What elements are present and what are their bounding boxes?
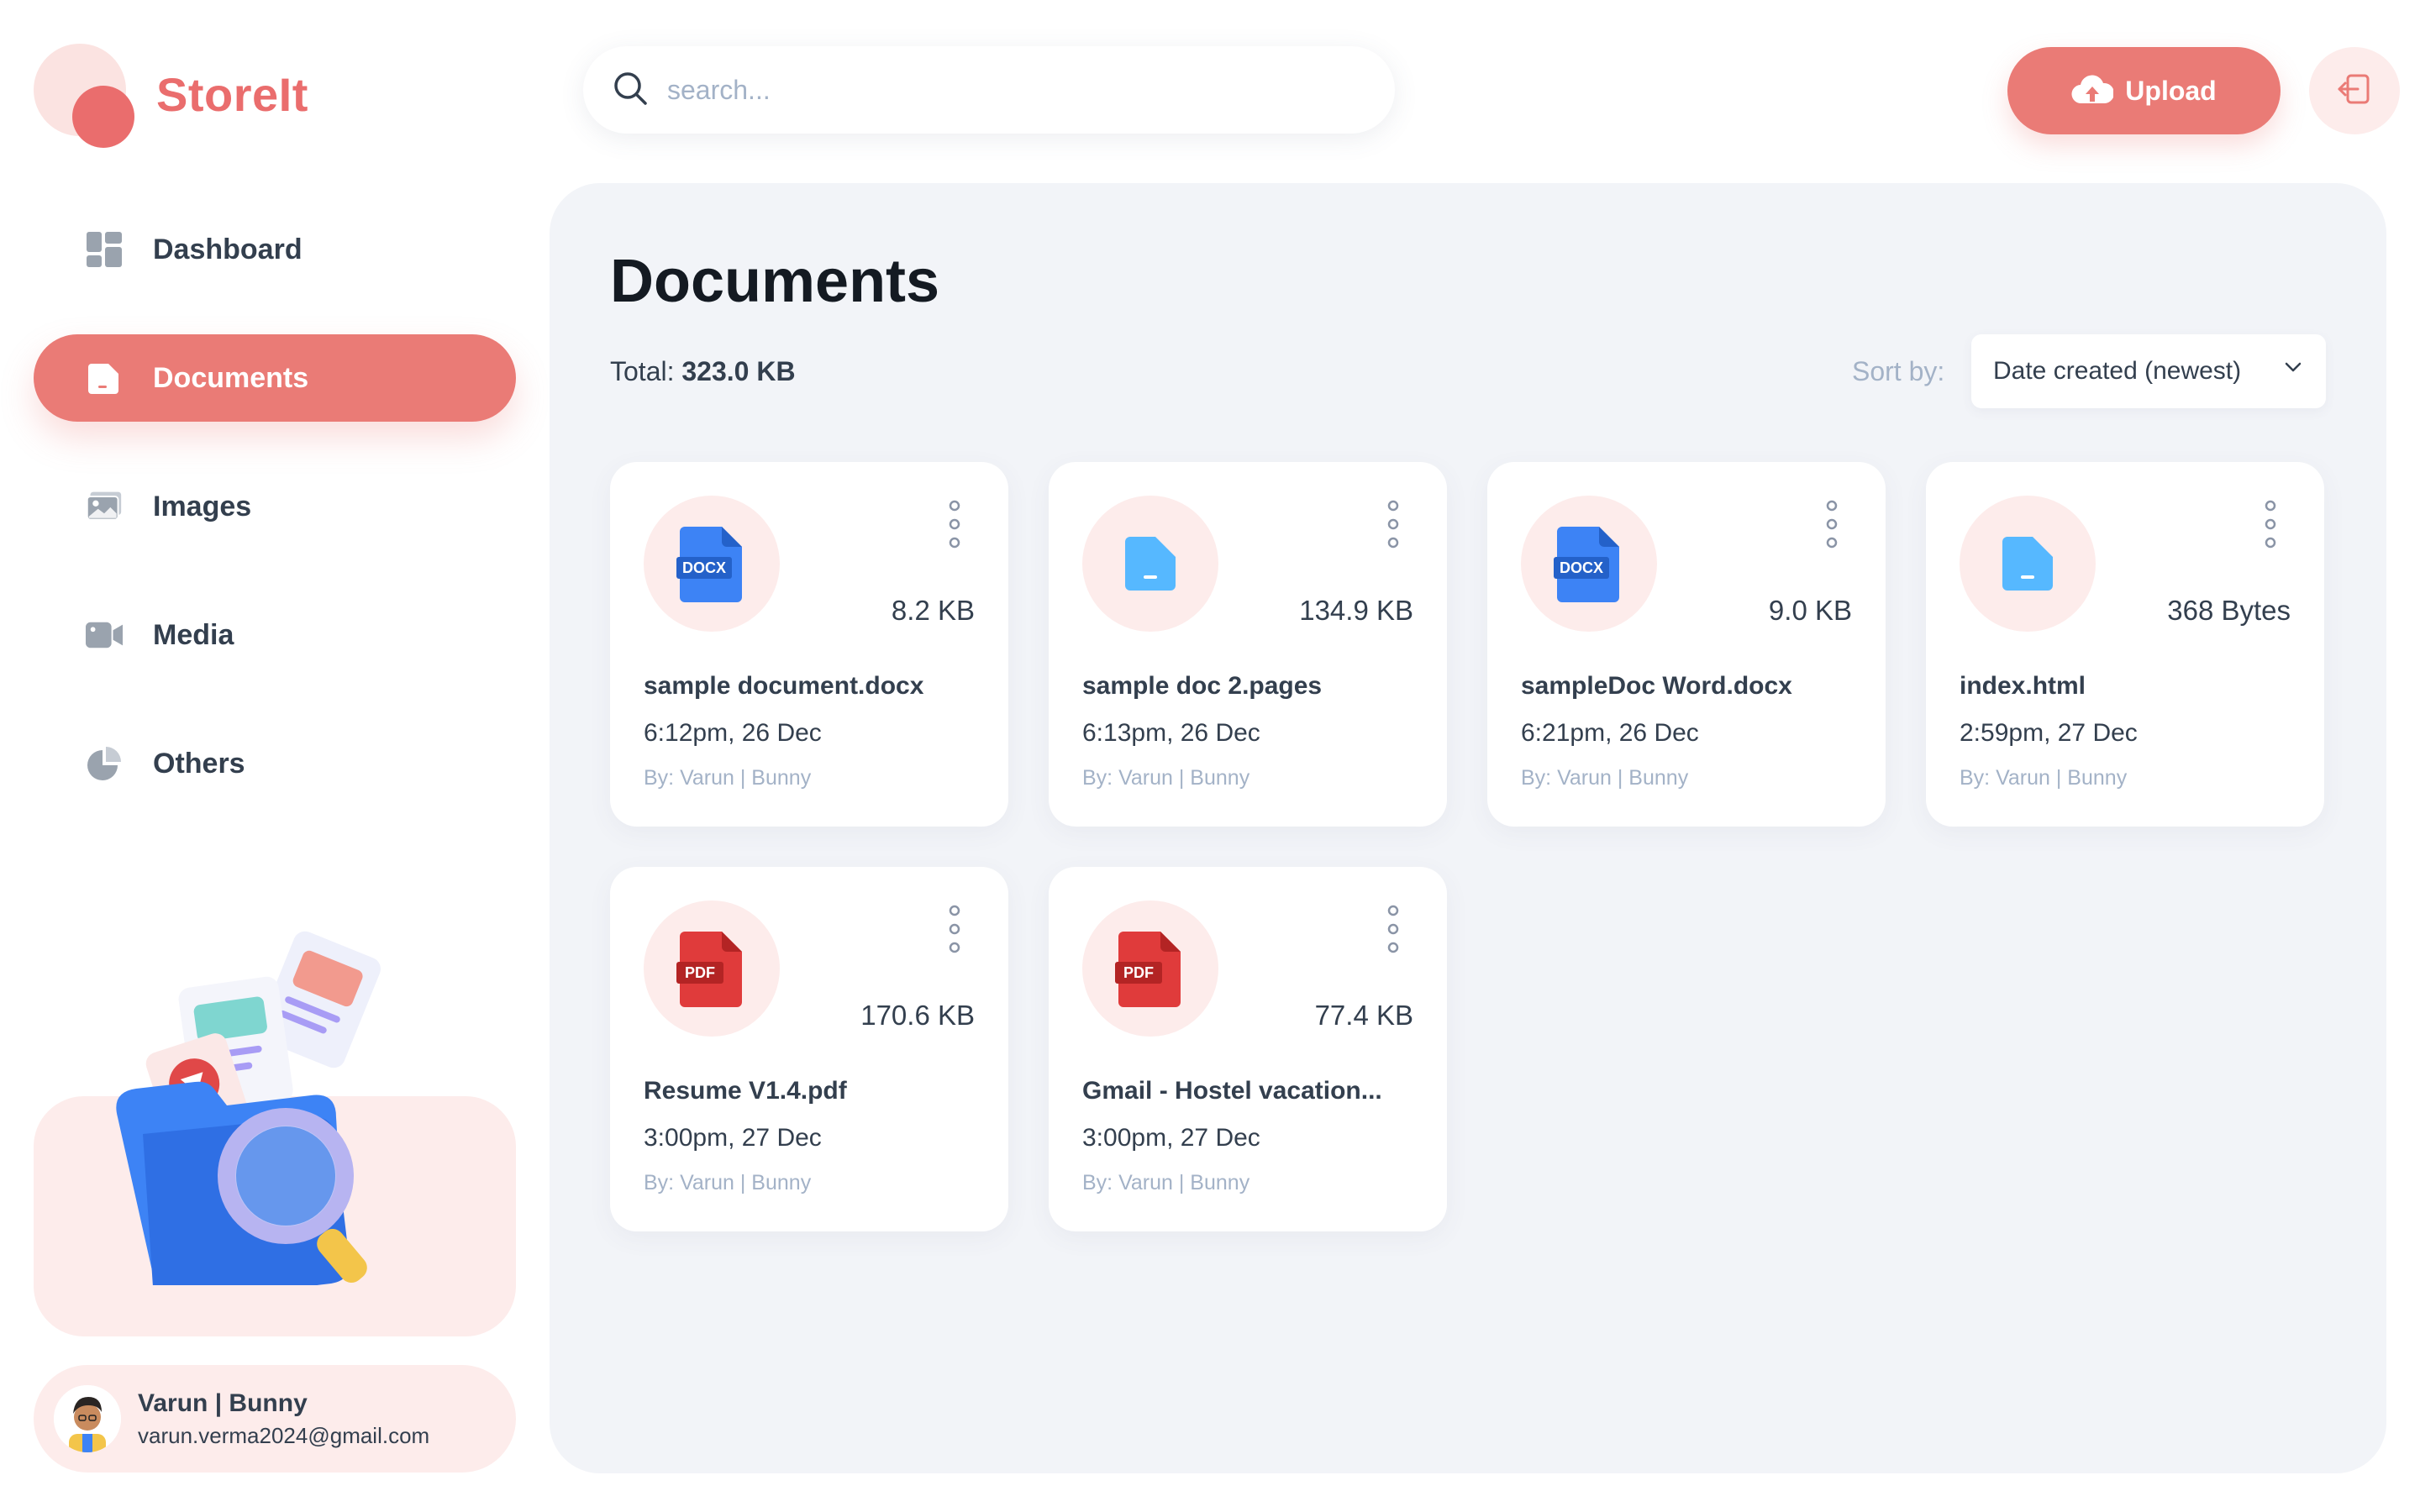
user-profile-card[interactable]: Varun | Bunny varun.verma2024@gmail.com [34, 1365, 516, 1473]
logout-icon [2336, 71, 2373, 112]
file-date: 2:59pm, 27 Dec [1960, 719, 2138, 747]
file-thumbnail: PDF [1082, 900, 1218, 1037]
file-thumbnail: DOCX [644, 496, 780, 632]
file-card[interactable]: 134.9 KB sample doc 2.pages 6:13pm, 26 D… [1049, 462, 1447, 827]
file-owner: By: Varun | Bunny [644, 766, 812, 790]
file-name: sampleDoc Word.docx [1521, 672, 1792, 700]
sidebar-item-dashboard[interactable]: Dashboard [34, 206, 516, 293]
pdf-file-icon: PDF [1115, 932, 1181, 1007]
files-illustration [116, 931, 381, 1285]
file-type-label: PDF [685, 964, 715, 981]
sidebar-item-label: Media [153, 618, 234, 651]
sidebar-item-label: Others [153, 747, 245, 780]
file-size: 368 Bytes [2167, 595, 2291, 626]
file-name: Gmail - Hostel vacation... [1082, 1077, 1382, 1105]
file-owner: By: Varun | Bunny [644, 1171, 812, 1194]
sidebar-item-images[interactable]: Images [34, 463, 516, 550]
file-type-label: DOCX [682, 559, 726, 576]
file-thumbnail: DOCX [1521, 496, 1657, 632]
cloud-upload-icon [2071, 75, 2114, 107]
file-date: 6:12pm, 26 Dec [644, 719, 822, 747]
docx-file-icon: DOCX [1554, 527, 1619, 602]
docx-file-icon: DOCX [676, 527, 742, 602]
documents-icon [86, 360, 123, 396]
file-thumbnail [1082, 496, 1218, 632]
sidebar-item-documents[interactable]: Documents [34, 334, 516, 422]
sidebar-item-others[interactable]: Others [34, 720, 516, 807]
images-icon [86, 488, 123, 525]
file-date: 3:00pm, 27 Dec [1082, 1124, 1260, 1152]
file-owner: By: Varun | Bunny [1082, 766, 1250, 790]
file-date: 6:13pm, 26 Dec [1082, 719, 1260, 747]
more-options-icon[interactable] [938, 499, 971, 549]
file-card[interactable]: DOCX 9.0 KB sampleDoc Word.docx 6:21pm, … [1487, 462, 1886, 827]
file-type-label: PDF [1123, 964, 1154, 981]
document-file-icon [1125, 537, 1176, 591]
sort-label: Sort by: [1852, 356, 1945, 386]
file-thumbnail [1960, 496, 2096, 632]
page-title: Documents [610, 248, 940, 315]
search-icon [612, 70, 649, 111]
logout-button[interactable] [2309, 47, 2400, 134]
media-icon [86, 617, 123, 654]
file-card[interactable]: 368 Bytes index.html 2:59pm, 27 Dec By: … [1926, 462, 2324, 827]
more-options-icon[interactable] [938, 904, 971, 954]
search-bar[interactable] [583, 46, 1395, 134]
file-type-label: DOCX [1560, 559, 1603, 576]
total-size: Total: 323.0 KB [610, 356, 796, 387]
file-size: 77.4 KB [1314, 1000, 1413, 1031]
file-card[interactable]: PDF 170.6 KB Resume V1.4.pdf 3:00pm, 27 … [610, 867, 1008, 1231]
upload-label: Upload [2125, 75, 2217, 106]
pdf-file-icon: PDF [676, 932, 742, 1007]
chevron-down-icon [2284, 361, 2302, 377]
sort-select[interactable]: Date created (newest) [1971, 334, 2326, 408]
sidebar-nav: Dashboard Documents Images Media Others [34, 206, 516, 848]
total-label: Total: [610, 356, 675, 386]
more-options-icon[interactable] [2254, 499, 2287, 549]
file-size: 8.2 KB [891, 595, 975, 626]
upload-button[interactable]: Upload [2007, 47, 2281, 134]
sidebar-item-media[interactable]: Media [34, 591, 516, 679]
file-thumbnail: PDF [644, 900, 780, 1037]
more-options-icon[interactable] [1376, 499, 1410, 549]
file-card[interactable]: DOCX 8.2 KB sample document.docx 6:12pm,… [610, 462, 1008, 827]
more-options-icon[interactable] [1376, 904, 1410, 954]
file-owner: By: Varun | Bunny [1082, 1171, 1250, 1194]
dashboard-icon [86, 231, 123, 268]
sort-value: Date created (newest) [1993, 357, 2242, 385]
others-icon [86, 745, 123, 782]
search-input[interactable] [667, 74, 1373, 106]
file-size: 134.9 KB [1299, 595, 1413, 626]
file-date: 3:00pm, 27 Dec [644, 1124, 822, 1152]
total-value: 323.0 KB [681, 356, 796, 386]
app-name: StoreIt [156, 68, 308, 121]
file-card[interactable]: PDF 77.4 KB Gmail - Hostel vacation... 3… [1049, 867, 1447, 1231]
file-name: index.html [1960, 672, 2086, 700]
app-logo[interactable]: StoreIt [34, 44, 319, 153]
file-date: 6:21pm, 26 Dec [1521, 719, 1699, 747]
sidebar-item-label: Images [153, 490, 252, 522]
user-email: varun.verma2024@gmail.com [138, 1422, 430, 1448]
app-root: StoreIt Dashboard Documents Images Media… [0, 0, 2420, 1512]
user-name: Varun | Bunny [138, 1389, 308, 1417]
user-info: Varun | Bunny varun.verma2024@gmail.com [138, 1389, 429, 1449]
file-name: sample document.docx [644, 672, 924, 700]
file-name: sample doc 2.pages [1082, 672, 1323, 700]
file-owner: By: Varun | Bunny [1521, 766, 1689, 790]
document-file-icon [2002, 537, 2053, 591]
main-panel: Documents Total: 323.0 KB Sort by: Date … [550, 183, 2386, 1473]
file-name: Resume V1.4.pdf [644, 1077, 847, 1105]
file-size: 170.6 KB [860, 1000, 975, 1031]
file-owner: By: Varun | Bunny [1960, 766, 2128, 790]
avatar [54, 1385, 121, 1452]
more-options-icon[interactable] [1815, 499, 1849, 549]
logo-circle-dark [72, 86, 134, 148]
sidebar-item-label: Dashboard [153, 233, 302, 265]
file-size: 9.0 KB [1768, 595, 1852, 626]
sidebar-item-label: Documents [153, 361, 309, 394]
